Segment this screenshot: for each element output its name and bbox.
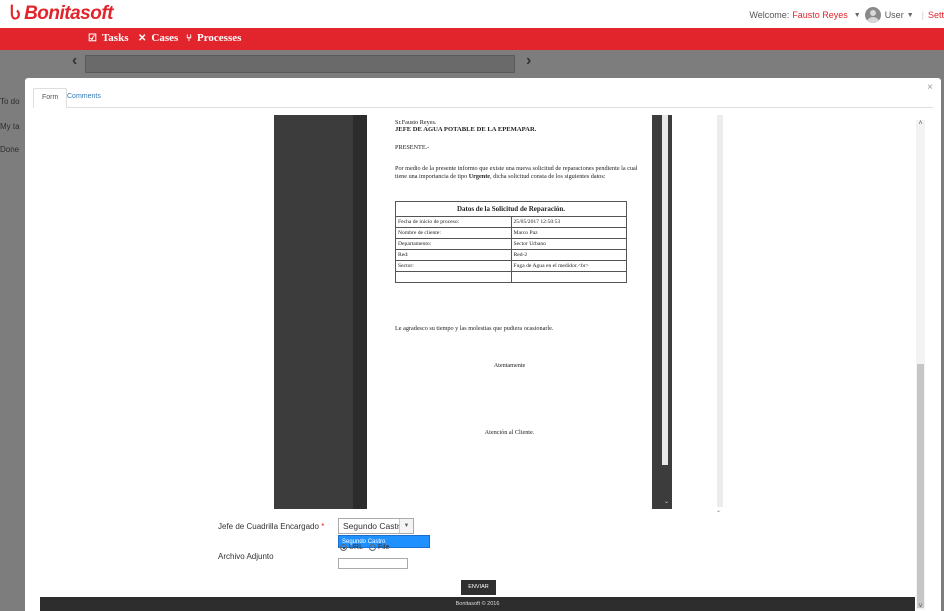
main-nav: ☑ Tasks ✕ Cases ⑂ Processes [0, 28, 944, 50]
user-menu-caret-icon[interactable]: ▼ [907, 12, 914, 19]
chevron-up-icon[interactable]: ˄ [916, 120, 925, 127]
required-mark: * [321, 522, 325, 531]
letter-signature: Atención al Cliente. [484, 429, 535, 436]
jefe-select-value: Segundo Castro [343, 521, 405, 531]
urgency-text: Urgente [468, 173, 491, 180]
frame-scrollbar[interactable]: ⌄ [716, 115, 723, 514]
table-row: Sector: Fuga de Agua en el medidor.<br> [395, 260, 627, 272]
table-cell: Departamento: [395, 238, 512, 250]
file-radio[interactable] [369, 544, 377, 551]
table-cell: 25/05/2017 12:50:53 [510, 216, 627, 228]
bonitasoft-logo[interactable]: Ⴑ Bonitasoft [10, 3, 113, 25]
table-row: Red: Red-2 [395, 249, 627, 261]
nav-processes-label: Processes [197, 32, 242, 44]
archivo-input[interactable] [338, 558, 408, 569]
table-row: Departamento: Sector Urbano [395, 238, 627, 250]
task-modal: × Form Comments Sr.Fausto Reyes. JEFE DE… [25, 78, 941, 611]
forward-arrow-icon: › [526, 52, 532, 69]
jefe-select[interactable]: Segundo Castro ▼ [338, 518, 414, 534]
letter-intro-line2: tiene una importancia de tipo Urgente, d… [395, 173, 606, 180]
table-cell: Red-2 [510, 249, 627, 261]
bonitasoft-logo-icon: Ⴑ [10, 4, 21, 23]
nav-processes[interactable]: ⑂ Processes [186, 32, 241, 44]
nav-cases[interactable]: ✕ Cases [138, 32, 178, 44]
table-title: Datos de la Solicitud de Reparación. [395, 201, 627, 217]
user-zone: Welcome: Fausto Reyes ▼ User ▼ | Sett [749, 6, 944, 24]
back-arrow-icon: ‹ [72, 52, 78, 69]
cases-icon: ✕ [138, 32, 147, 44]
nav-tasks-label: Tasks [101, 32, 129, 44]
chevron-down-icon[interactable]: ▼ [399, 519, 413, 533]
user-name-link[interactable]: Fausto Reyes [792, 10, 848, 20]
archivo-label: Archivo Adjunto [218, 552, 274, 561]
table-cell: Sector: [395, 260, 512, 272]
letter-addressee: Sr.Fausto Reyes. [395, 119, 437, 126]
table-row: Fecha de inicio de proceso: 25/05/2017 12… [395, 216, 627, 228]
bg-side-mytasks: My ta [0, 122, 20, 131]
letter-page: Sr.Fausto Reyes. JEFE DE AGUA POTABLE DE… [367, 115, 652, 509]
jefe-label: Jefe de Cuadrilla Encargado * [218, 522, 324, 531]
modal-tabs: Form Comments [33, 88, 933, 108]
user-menu[interactable]: User [885, 10, 904, 20]
table-cell: Nombre de cliente: [395, 227, 512, 239]
welcome-label: Welcome: [749, 10, 790, 20]
user-dropdown-icon[interactable]: ▼ [854, 12, 861, 19]
table-cell: Fecha de inicio de proceso: [395, 216, 512, 228]
table-cell: Fuga de Agua en el medidor.<br> [510, 260, 627, 272]
doc-scrollbar[interactable] [662, 115, 668, 465]
letter-presente: PRESENTE.- [395, 144, 430, 151]
footer: Bonitasoft © 2016 [40, 597, 915, 611]
letter-role: JEFE DE AGUA POTABLE DE LA EPEMAPAR. [395, 126, 537, 133]
chevron-down-icon[interactable]: ⌄ [716, 507, 721, 514]
doc-right-panel: ⌄ [652, 115, 672, 509]
table-cell: Red: [395, 249, 512, 261]
tasks-icon: ☑ [88, 32, 97, 44]
avatar[interactable] [864, 7, 881, 23]
bg-side-todo: To do [0, 97, 20, 106]
doc-left-panel [274, 115, 367, 509]
letter-thanks: Le agradesco su tiempo y las molestias q… [395, 325, 554, 332]
url-radio-label: URL [349, 544, 364, 551]
intro-text-a: tiene una importancia de tipo [395, 173, 469, 180]
top-header: Ⴑ Bonitasoft Welcome: Fausto Reyes ▼ Use… [0, 0, 944, 28]
chevron-down-icon[interactable]: ⌄ [664, 498, 669, 505]
logo-text: Bonitasoft [24, 3, 113, 24]
processes-icon: ⑂ [186, 32, 192, 44]
table-cell [395, 271, 512, 283]
table-cell: Marco Paz [510, 227, 627, 239]
modal-scrollbar[interactable]: ˄ ˅ [916, 120, 925, 610]
bg-side-done: Done [0, 145, 20, 154]
table-cell: Sector Urbano [510, 238, 627, 250]
archivo-type-radios: URL File [340, 544, 389, 551]
jefe-label-text: Jefe de Cuadrilla Encargado [218, 522, 319, 531]
nav-tasks[interactable]: ☑ Tasks [88, 32, 128, 44]
scroll-thumb[interactable] [917, 364, 924, 608]
divider: | [921, 10, 924, 20]
table-row: Nombre de cliente: Marco Paz [395, 227, 627, 239]
letter-closing: Atentamente [493, 362, 526, 369]
settings-link[interactable]: Sett [928, 10, 944, 20]
tab-comments[interactable]: Comments [59, 88, 109, 108]
table-cell [510, 271, 627, 283]
filter-bar [85, 55, 515, 73]
letter-intro-line1: Por medio de la presente informo que exi… [395, 165, 638, 172]
table-row [395, 271, 627, 283]
intro-text-c: , dicha solicitud consta de los siguient… [490, 173, 606, 180]
nav-cases-label: Cases [151, 32, 179, 44]
send-button[interactable]: ENVIAR [461, 580, 496, 595]
file-radio-label: File [378, 544, 390, 551]
chevron-down-icon[interactable]: ˅ [916, 603, 925, 610]
request-table: Datos de la Solicitud de Reparación. Fec… [395, 201, 627, 283]
url-radio[interactable] [340, 544, 347, 551]
